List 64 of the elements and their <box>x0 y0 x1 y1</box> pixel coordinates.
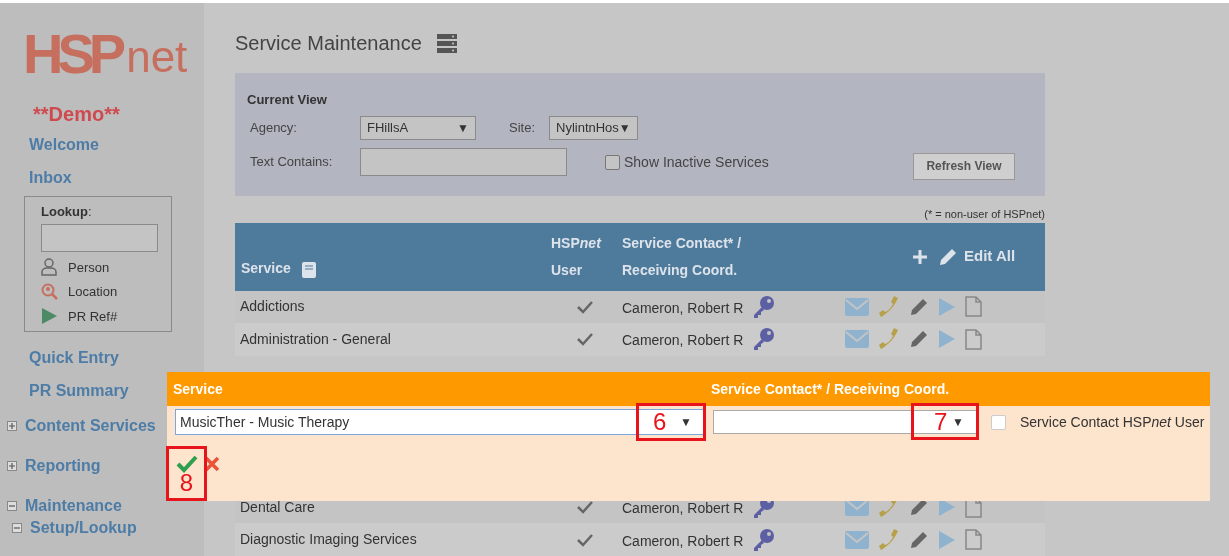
book-icon <box>300 260 317 279</box>
edit-all-button[interactable]: Edit All <box>938 245 1016 268</box>
phone-icon <box>878 327 900 352</box>
location-search-icon <box>41 282 58 301</box>
refresh-view-button[interactable]: Refresh View <box>913 152 1015 180</box>
column-header: Service Contact* / Receiving Coord. <box>711 379 950 399</box>
play-icon <box>938 329 956 350</box>
table-cell-text: Diagnostic Imaging Services <box>239 530 418 550</box>
key-icon <box>752 294 776 319</box>
play-icon <box>938 529 956 550</box>
document-icon <box>965 529 982 551</box>
save-button[interactable] <box>176 455 198 473</box>
column-header: Service Contact* / Receiving Coord. <box>622 233 743 280</box>
server-icon <box>435 32 458 54</box>
hspnet-user-checkbox[interactable]: Service Contact HSPnet User <box>991 411 1205 433</box>
field-label: Site: <box>509 118 536 137</box>
person-icon <box>41 258 58 277</box>
agency-select[interactable]: FHillsA ▼ <box>360 115 476 140</box>
page-title: Service Maintenance <box>235 31 422 56</box>
table-cell-text: Administration - General <box>239 329 392 349</box>
callout-number: 6 <box>653 410 667 434</box>
pencil-icon <box>909 329 929 350</box>
document-icon <box>965 296 982 318</box>
envelope-icon <box>845 530 869 549</box>
key-icon <box>752 327 776 352</box>
close-icon <box>204 456 220 472</box>
panel-heading: Current View <box>247 91 328 109</box>
text-contains-field[interactable] <box>360 148 567 176</box>
phone-icon <box>878 294 900 319</box>
play-icon <box>938 296 956 317</box>
phone-icon <box>878 527 900 552</box>
legend-note: (* = non-user of HSPnet) <box>924 208 1045 220</box>
lookup-field[interactable] <box>41 223 158 252</box>
column-header: Service <box>241 258 291 278</box>
lookup-person-link[interactable]: Person <box>41 257 158 277</box>
plus-icon <box>912 248 928 265</box>
document-icon <box>965 328 982 350</box>
callout-number: 7 <box>934 409 948 434</box>
site-select[interactable]: NylintnHos▼ <box>549 115 638 140</box>
lookup-location-link[interactable]: Location <box>41 282 158 302</box>
table-cell-text: Cameron, Robert R <box>622 499 745 519</box>
table-cell-text: Cameron, Robert R <box>622 331 745 351</box>
table-cell-text: Dental Care <box>239 497 316 517</box>
key-icon <box>752 527 776 552</box>
column-header: HSPnet User <box>551 233 603 280</box>
play-icon <box>41 307 58 326</box>
table-cell-text: Cameron, Robert R <box>622 298 745 318</box>
lookup-referral-link[interactable]: PR Ref# <box>41 306 158 326</box>
cancel-button[interactable] <box>204 456 220 472</box>
field-label: Text Contains: <box>249 153 334 172</box>
envelope-icon <box>845 330 869 349</box>
callout-number: 8 <box>179 471 194 495</box>
lookup-label: Lookup: <box>41 203 93 221</box>
demo-label: **Demo** <box>33 102 121 127</box>
pencil-icon <box>938 246 958 267</box>
envelope-icon <box>845 297 869 316</box>
column-header: Service <box>173 379 224 399</box>
table-cell-text: Addictions <box>239 297 306 317</box>
hspnet-logo: HSPnet <box>23 23 189 79</box>
field-label: Agency: <box>249 118 298 137</box>
pencil-icon <box>909 296 929 317</box>
checkmark-icon <box>176 455 198 473</box>
pencil-icon <box>909 529 929 550</box>
table-cell-text: Cameron, Robert R <box>622 531 745 551</box>
